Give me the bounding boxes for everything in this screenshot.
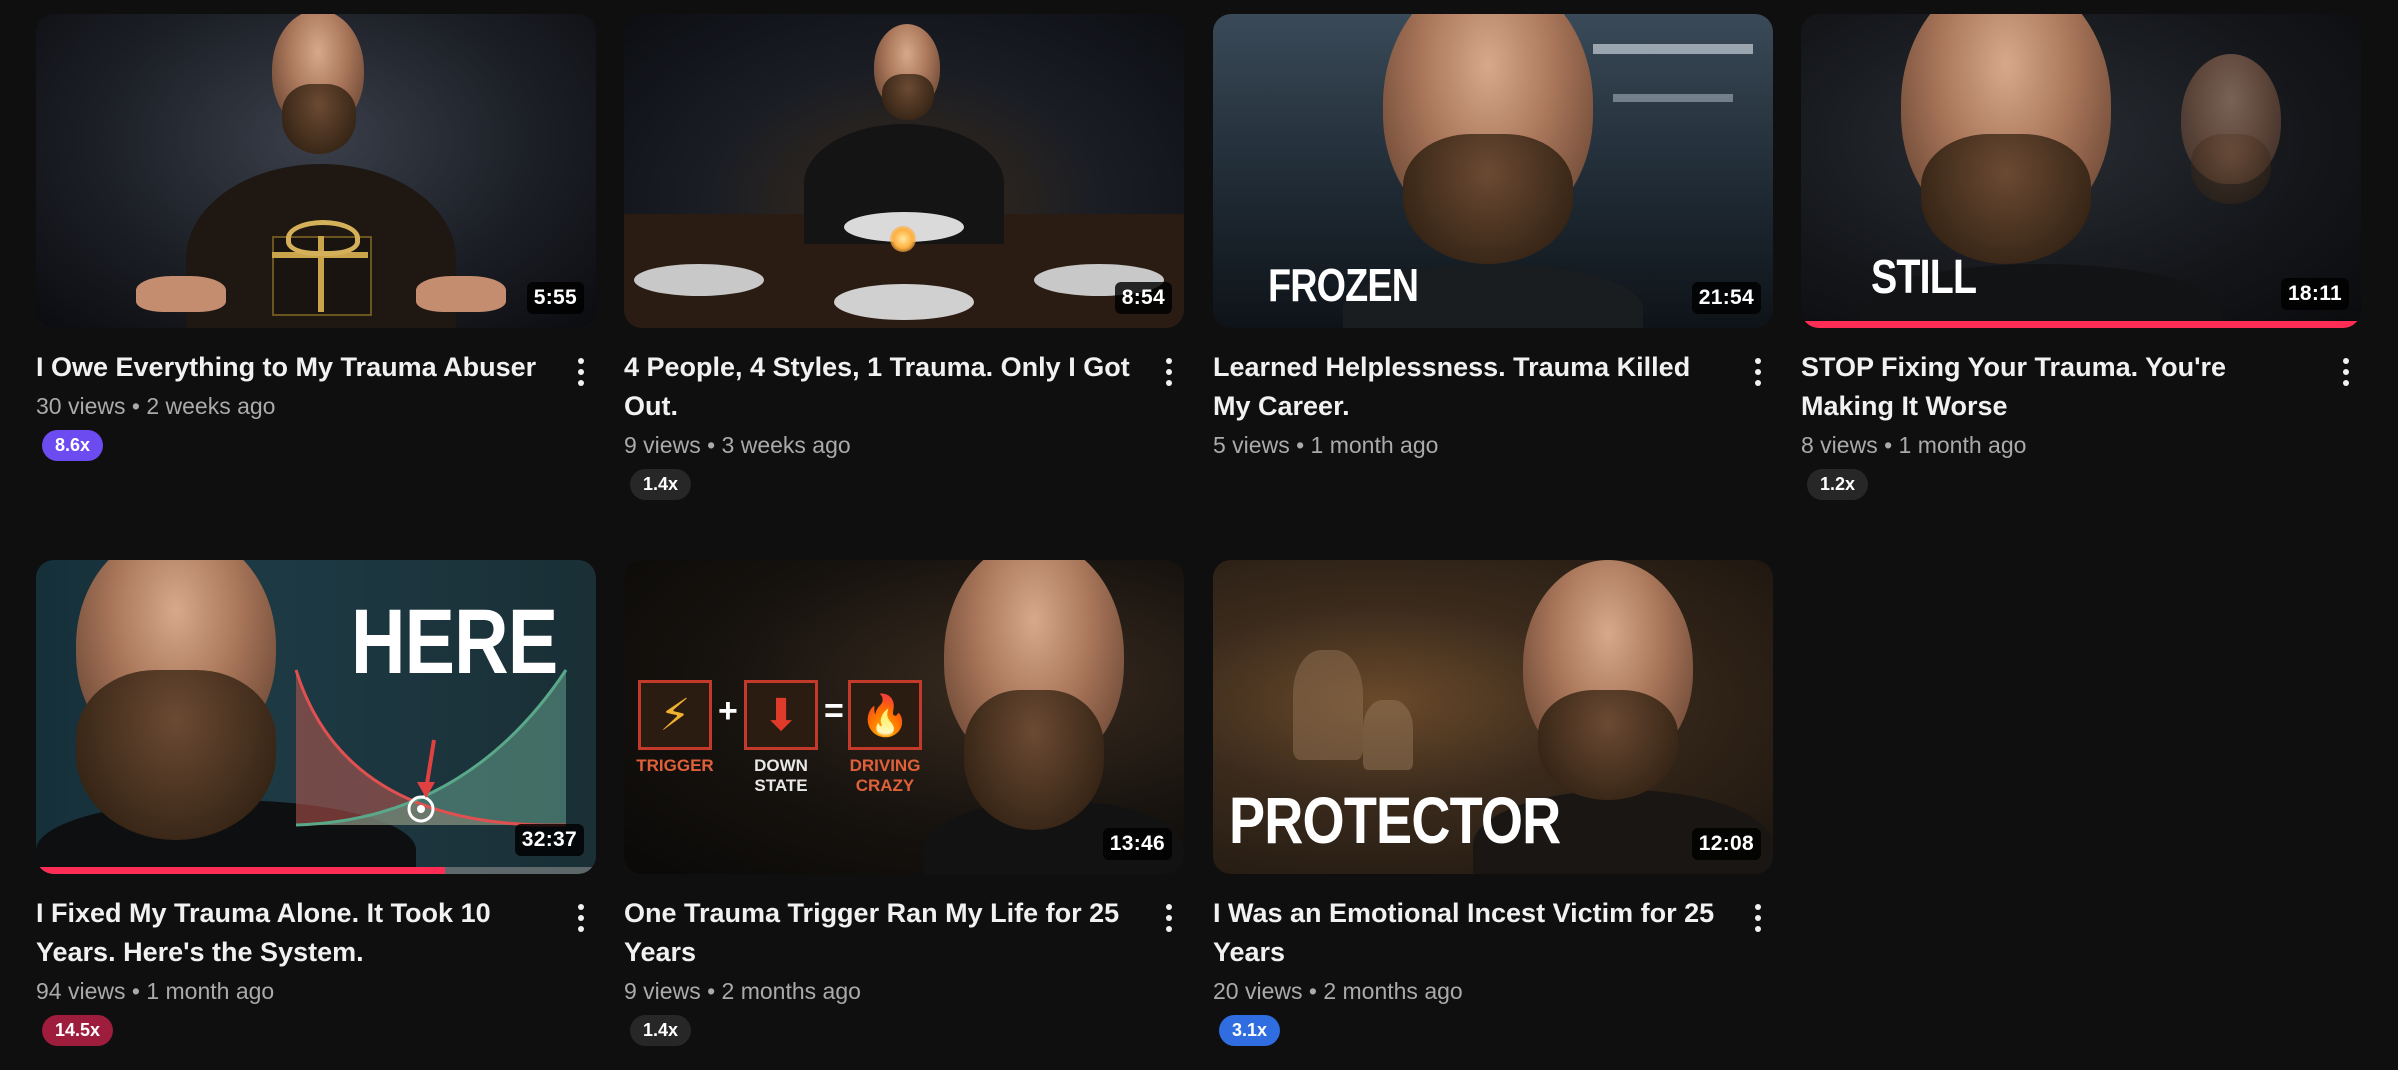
video-stats: 8 views • 1 month ago [1801, 426, 2361, 465]
video-thumbnail[interactable]: PROTECTOR 12:08 [1213, 560, 1773, 874]
video-card[interactable]: ⚡ + ⬇ = 🔥 TRIGGER DOWN STATE DRIVING CRA… [624, 560, 1184, 1046]
label-trigger: TRIGGER [636, 756, 714, 775]
more-options-icon[interactable] [566, 900, 596, 936]
video-title[interactable]: 4 People, 4 Styles, 1 Trauma. Only I Got… [624, 348, 1144, 426]
view-count: 5 views [1213, 432, 1290, 458]
video-stats: 9 views • 2 months ago [624, 972, 1184, 1011]
video-stats: 30 views • 2 weeks ago [36, 387, 596, 426]
more-options-icon[interactable] [1743, 354, 1773, 390]
candle-icon [890, 226, 916, 252]
view-count: 8 views [1801, 432, 1878, 458]
performance-badge: 1.2x [1807, 469, 1869, 500]
video-thumbnail[interactable]: STILL 18:11 [1801, 14, 2361, 328]
separator-dot: • [1308, 978, 1317, 1004]
flame-icon: 🔥 [848, 680, 922, 750]
duration-badge: 12:08 [1691, 828, 1761, 860]
video-title[interactable]: I Was an Emotional Incest Victim for 25 … [1213, 894, 1733, 972]
video-thumbnail[interactable]: 8:54 [624, 14, 1184, 328]
upload-age: 1 month ago [146, 978, 275, 1004]
more-options-icon[interactable] [1154, 900, 1184, 936]
separator-dot: • [131, 978, 140, 1004]
more-options-icon[interactable] [1743, 900, 1773, 936]
thumbnail-overlay-text: PROTECTOR [1229, 783, 1561, 857]
video-card[interactable]: 5:55 I Owe Everything to My Trauma Abuse… [36, 14, 596, 461]
view-count: 20 views [1213, 978, 1303, 1004]
performance-badge: 3.1x [1219, 1015, 1281, 1046]
performance-badge: 1.4x [630, 1015, 692, 1046]
down-arrow-icon: ⬇ [744, 680, 818, 750]
label-down-state: DOWN STATE [754, 756, 808, 795]
thumbnail-overlay-text: STILL [1871, 251, 1977, 304]
upload-age: 1 month ago [1898, 432, 2027, 458]
upload-age: 2 weeks ago [146, 393, 276, 419]
performance-badge: 1.4x [630, 469, 692, 500]
upload-age: 1 month ago [1310, 432, 1439, 458]
video-title[interactable]: STOP Fixing Your Trauma. You're Making I… [1801, 348, 2321, 426]
view-count: 94 views [36, 978, 126, 1004]
separator-dot: • [1884, 432, 1893, 458]
video-thumbnail[interactable]: FROZEN 21:54 [1213, 14, 1773, 328]
video-thumbnail[interactable]: ⚡ + ⬇ = 🔥 TRIGGER DOWN STATE DRIVING CRA… [624, 560, 1184, 874]
more-options-icon[interactable] [2331, 354, 2361, 390]
duration-badge: 32:37 [514, 824, 584, 856]
separator-dot: • [707, 432, 716, 458]
thumbnail-overlay-text: FROZEN [1268, 259, 1419, 311]
video-stats: 20 views • 2 months ago [1213, 972, 1773, 1011]
video-card[interactable]: PROTECTOR 12:08 I Was an Emotional Inces… [1213, 560, 1773, 1046]
video-thumbnail[interactable]: HERE 32:37 [36, 560, 596, 874]
view-count: 9 views [624, 978, 701, 1004]
background-figure [1293, 650, 1363, 760]
video-card[interactable]: FROZEN 21:54 Learned Helplessness. Traum… [1213, 14, 1773, 465]
performance-badge: 8.6x [42, 430, 104, 461]
duration-badge: 5:55 [526, 282, 584, 314]
upload-age: 3 weeks ago [721, 432, 851, 458]
video-grid: 5:55 I Owe Everything to My Trauma Abuse… [0, 0, 2398, 1070]
video-card[interactable]: 8:54 4 People, 4 Styles, 1 Trauma. Only … [624, 14, 1184, 500]
video-card[interactable]: STILL 18:11 STOP Fixing Your Trauma. You… [1801, 14, 2361, 500]
lightning-icon: ⚡ [638, 680, 712, 750]
upload-age: 2 months ago [721, 978, 861, 1004]
watch-progress-bar [36, 867, 596, 874]
thumbnail-overlay-text: HERE [351, 591, 558, 693]
view-count: 9 views [624, 432, 701, 458]
separator-dot: • [1296, 432, 1305, 458]
video-stats: 5 views • 1 month ago [1213, 426, 1773, 465]
video-stats: 94 views • 1 month ago [36, 972, 596, 1011]
plus-icon: + [718, 692, 738, 730]
video-stats: 9 views • 3 weeks ago [624, 426, 1184, 465]
label-driving-crazy: DRIVING CRAZY [849, 756, 921, 795]
video-thumbnail[interactable]: 5:55 [36, 14, 596, 328]
separator-dot: • [131, 393, 140, 419]
duration-badge: 18:11 [2280, 278, 2349, 310]
video-title[interactable]: I Owe Everything to My Trauma Abuser [36, 348, 556, 387]
video-title[interactable]: I Fixed My Trauma Alone. It Took 10 Year… [36, 894, 556, 972]
more-options-icon[interactable] [1154, 354, 1184, 390]
video-title[interactable]: Learned Helplessness. Trauma Killed My C… [1213, 348, 1733, 426]
duration-badge: 8:54 [1114, 282, 1172, 314]
separator-dot: • [707, 978, 716, 1004]
duration-badge: 21:54 [1691, 282, 1761, 314]
more-options-icon[interactable] [566, 354, 596, 390]
upload-age: 2 months ago [1323, 978, 1463, 1004]
equals-icon: = [824, 692, 844, 730]
video-title[interactable]: One Trauma Trigger Ran My Life for 25 Ye… [624, 894, 1144, 972]
watch-progress-bar [1801, 321, 2361, 328]
performance-badge: 14.5x [42, 1015, 114, 1046]
video-card[interactable]: HERE 32:37 I Fixed My Trauma Alone. It T… [36, 560, 596, 1046]
view-count: 30 views [36, 393, 126, 419]
duration-badge: 13:46 [1102, 828, 1172, 860]
